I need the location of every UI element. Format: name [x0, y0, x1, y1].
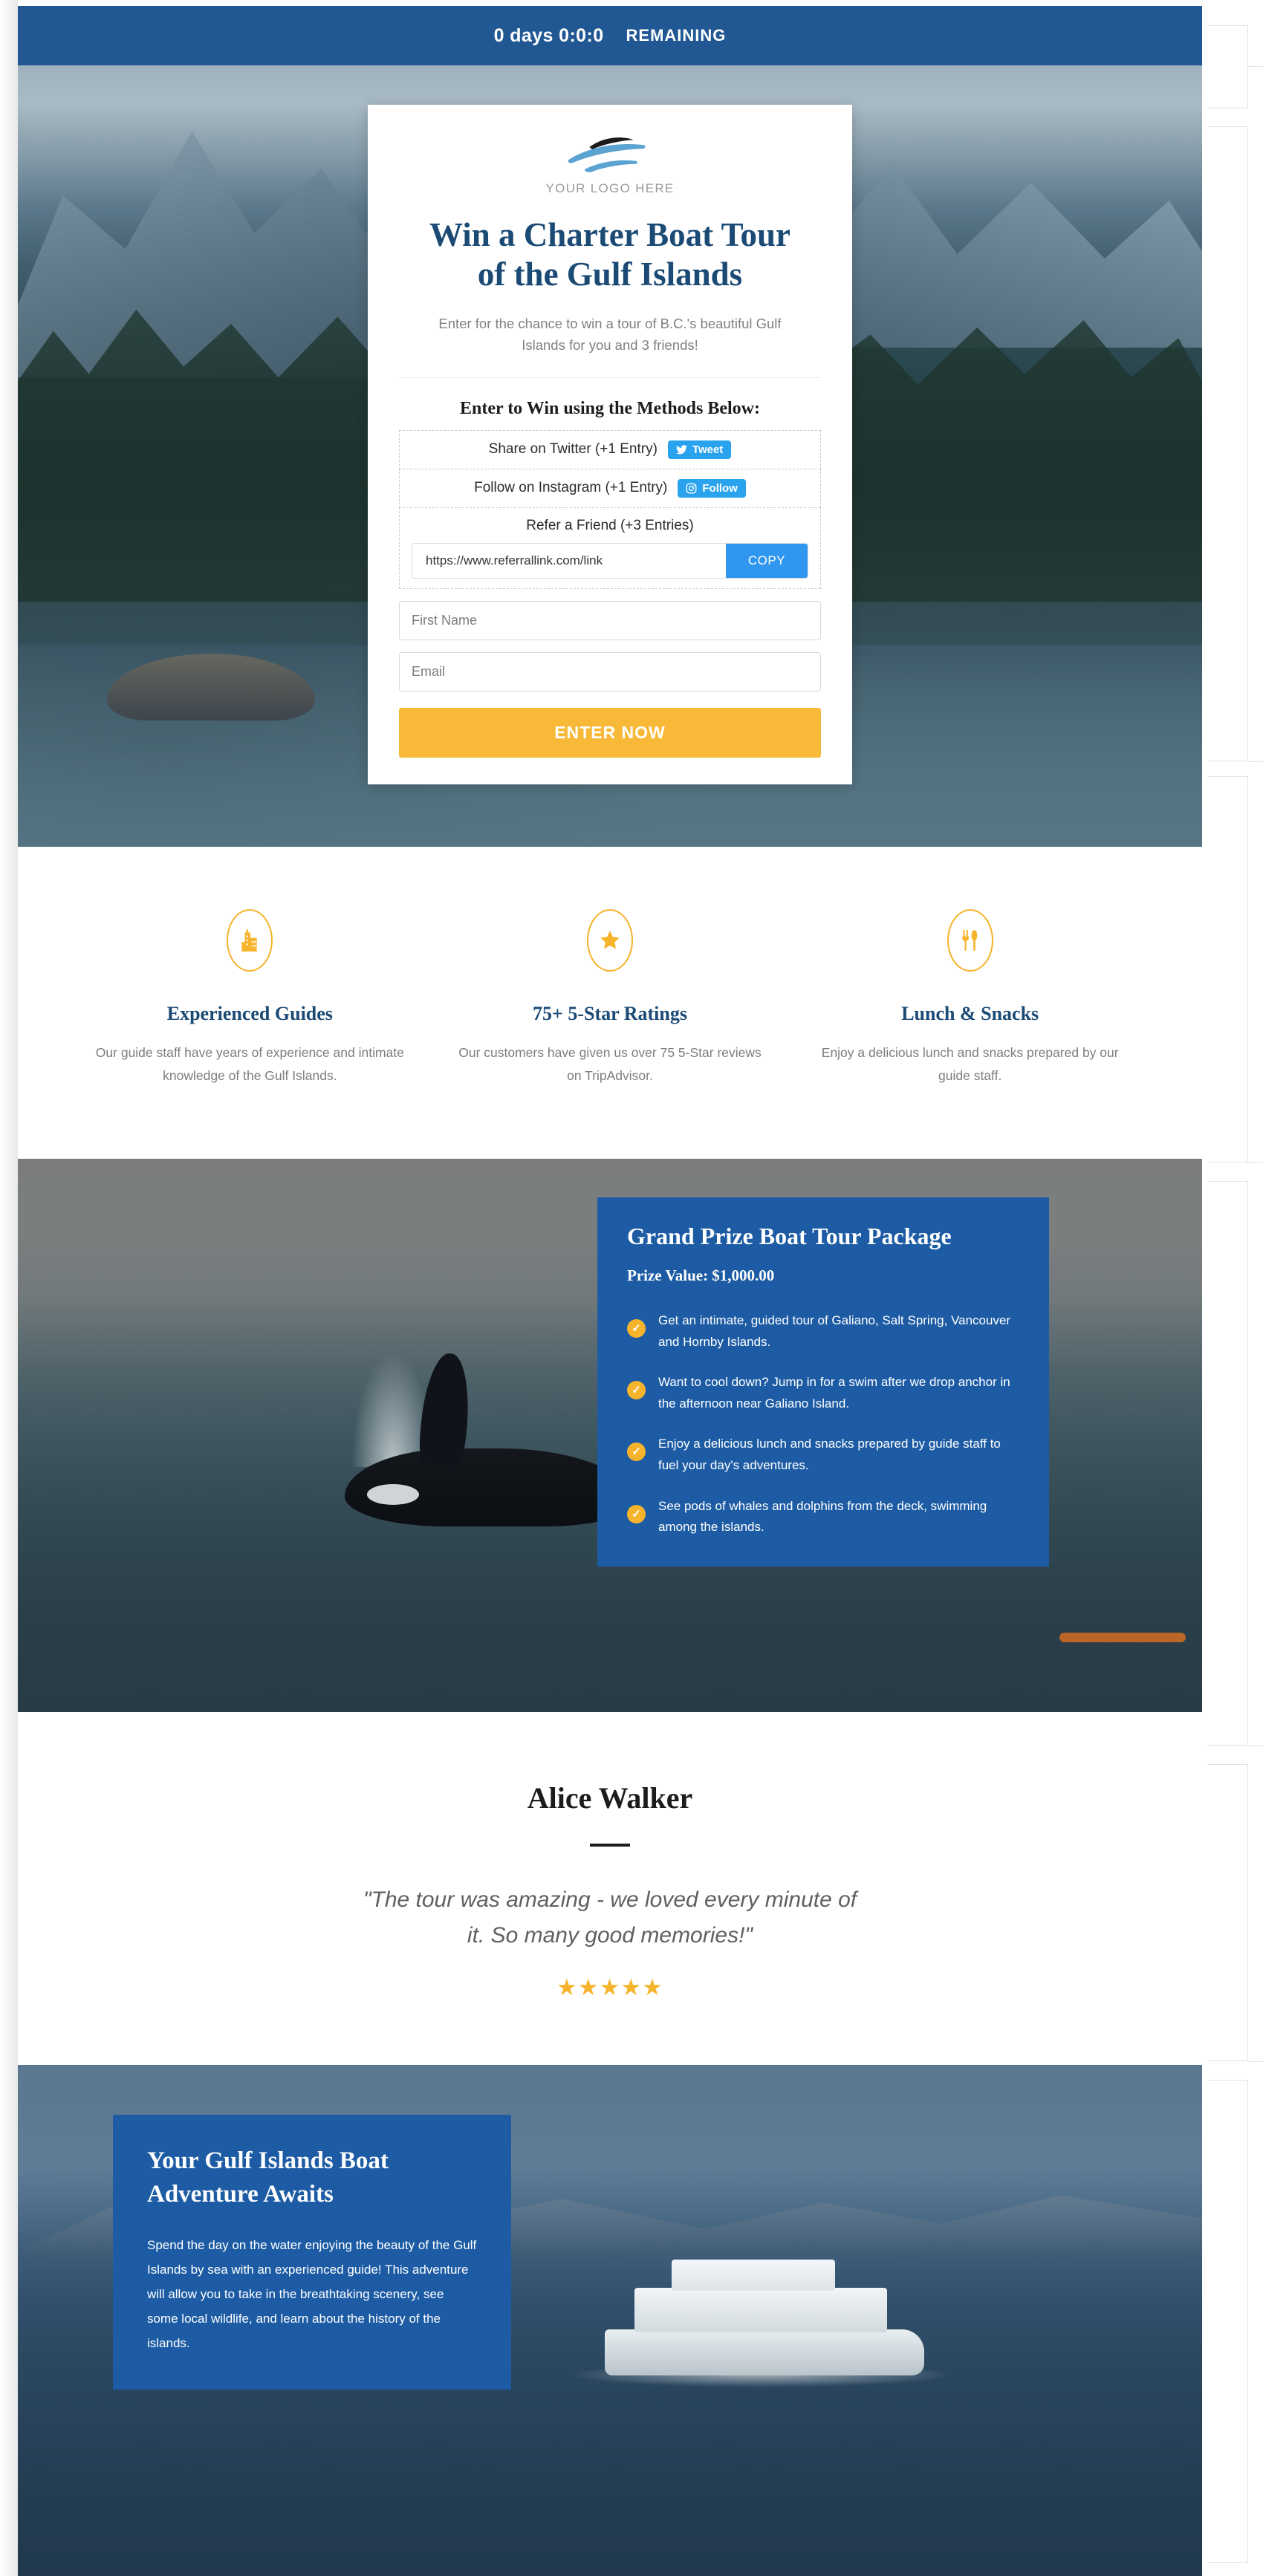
testimonial-section: Alice Walker "The tour was amazing - we … — [18, 1712, 1202, 2066]
canvas-left-shadow — [0, 0, 18, 2576]
cta-title-line-2: Adventure Awaits — [147, 2180, 334, 2208]
instagram-follow-button[interactable]: Follow — [678, 478, 746, 498]
tweet-button[interactable]: Tweet — [667, 440, 732, 459]
testimonial-divider — [590, 1844, 630, 1847]
section-outline-line-2 — [1248, 761, 1263, 762]
countdown-remaining-label: REMAINING — [626, 26, 727, 45]
boat-upper-deck — [672, 2260, 835, 2292]
feature-star-ratings: 75+ 5-Star Ratings Our customers have gi… — [430, 909, 790, 1087]
section-outline-rail-2 — [1207, 126, 1248, 761]
landing-page-canvas: 0 days 0:0:0 REMAINING YOUR LOGO HERE Wi… — [18, 6, 1202, 2576]
feature-description: Enjoy a delicious lunch and snacks prepa… — [821, 1045, 1119, 1084]
section-outline-line-1 — [1248, 66, 1263, 67]
features-section: Experienced Guides Our guide staff have … — [18, 847, 1202, 1159]
boat-wave-logo-icon — [568, 137, 646, 172]
copy-referral-link-button[interactable]: COPY — [725, 543, 808, 578]
kayak — [1059, 1633, 1186, 1643]
hero-section: YOUR LOGO HERE Win a Charter Boat Tour o… — [18, 65, 1202, 847]
feature-description: Our customers have given us over 75 5-St… — [458, 1045, 762, 1084]
check-circle-icon: ✓ — [627, 1319, 646, 1339]
twitter-bird-icon — [675, 444, 687, 454]
referral-link-row: COPY — [412, 542, 808, 579]
methods-heading: Enter to Win using the Methods Below: — [459, 398, 761, 418]
countdown-bar: 0 days 0:0:0 REMAINING — [18, 6, 1202, 65]
check-circle-icon: ✓ — [627, 1381, 646, 1400]
section-outline-rail-5 — [1207, 1764, 1248, 2061]
instagram-camera-icon — [686, 483, 697, 493]
prize-item-text: Get an intimate, guided tour of Galiano,… — [658, 1313, 1011, 1349]
feature-title: 75+ 5-Star Ratings — [533, 1003, 687, 1024]
star-icon — [587, 909, 633, 972]
first-name-input[interactable] — [399, 600, 821, 640]
prize-section: Grand Prize Boat Tour Package Prize Valu… — [18, 1159, 1202, 1713]
section-outline-rail-1 — [1207, 25, 1248, 108]
entry-method-twitter-label: Share on Twitter (+1 Entry) — [488, 441, 658, 458]
check-circle-icon: ✓ — [627, 1443, 646, 1462]
page-root: 0 days 0:0:0 REMAINING YOUR LOGO HERE Wi… — [0, 0, 1263, 2576]
boat-hull — [605, 2329, 924, 2376]
testimonial-quote: "The tour was amazing - we loved every m… — [363, 1887, 857, 1948]
cta-title: Your Gulf Islands Boat Adventure Awaits — [147, 2144, 477, 2210]
feature-experienced-guides: Experienced Guides Our guide staff have … — [70, 909, 430, 1087]
entry-method-instagram-label: Follow on Instagram (+1 Entry) — [474, 480, 668, 496]
entry-method-instagram[interactable]: Follow on Instagram (+1 Entry) Follow — [399, 468, 821, 508]
building-icon — [227, 909, 273, 972]
prize-title: Grand Prize Boat Tour Package — [627, 1223, 952, 1250]
logo-caption: YOUR LOGO HERE — [545, 181, 675, 195]
testimonial-author: Alice Walker — [527, 1781, 693, 1815]
cta-title-line-1: Your Gulf Islands Boat — [147, 2147, 389, 2175]
prize-list-item: ✓ Enjoy a delicious lunch and snacks pre… — [627, 1434, 1019, 1476]
prize-list-item: ✓ See pods of whales and dolphins from t… — [627, 1496, 1019, 1538]
page-title: Win a Charter Boat Tour of the Gulf Isla… — [399, 215, 821, 294]
prize-info-box: Grand Prize Boat Tour Package Prize Valu… — [597, 1197, 1049, 1567]
prize-item-text: Enjoy a delicious lunch and snacks prepa… — [658, 1437, 1001, 1473]
prize-item-text: See pods of whales and dolphins from the… — [658, 1498, 987, 1535]
fork-knife-icon — [947, 909, 993, 972]
entry-method-refer-label: Refer a Friend (+3 Entries) — [526, 517, 694, 533]
page-subtitle: Enter for the chance to win a tour of B.… — [399, 313, 821, 378]
section-outline-rail-6 — [1207, 2080, 1248, 2563]
prize-item-text: Want to cool down? Jump in for a swim af… — [658, 1375, 1010, 1411]
entry-form-card: YOUR LOGO HERE Win a Charter Boat Tour o… — [368, 105, 852, 784]
referral-link-input[interactable] — [412, 543, 726, 578]
countdown-timer: 0 days 0:0:0 — [493, 25, 604, 46]
tweet-button-label: Tweet — [692, 443, 724, 456]
feature-title: Experienced Guides — [166, 1003, 333, 1024]
logo-container — [399, 134, 821, 177]
cta-info-box: Your Gulf Islands Boat Adventure Awaits … — [113, 2115, 511, 2390]
check-circle-icon: ✓ — [627, 1504, 646, 1523]
section-outline-line-3 — [1248, 1162, 1263, 1163]
email-input[interactable] — [399, 651, 821, 692]
feature-lunch-snacks: Lunch & Snacks Enjoy a delicious lunch a… — [790, 909, 1150, 1087]
page-title-line-1: Win a Charter Boat Tour — [429, 216, 790, 253]
boat-deck — [634, 2288, 887, 2333]
feature-title: Lunch & Snacks — [901, 1003, 1039, 1024]
star-rating-icon: ★★★★★ — [556, 1974, 663, 2001]
prize-list-item: ✓ Get an intimate, guided tour of Galian… — [627, 1310, 1019, 1353]
entry-method-twitter[interactable]: Share on Twitter (+1 Entry) Tweet — [399, 429, 821, 469]
page-title-line-2: of the Gulf Islands — [477, 256, 743, 293]
section-outline-rail-4 — [1207, 1181, 1248, 1746]
cta-section: Your Gulf Islands Boat Adventure Awaits … — [18, 2065, 1202, 2576]
cta-description: Spend the day on the water enjoying the … — [147, 2237, 477, 2351]
instagram-follow-button-label: Follow — [702, 481, 738, 495]
section-outline-rail-3 — [1207, 776, 1248, 1162]
prize-list-item: ✓ Want to cool down? Jump in for a swim … — [627, 1372, 1019, 1414]
feature-description: Our guide staff have years of experience… — [95, 1045, 404, 1084]
prize-value: Prize Value: $1,000.00 — [627, 1266, 775, 1285]
section-outline-line-5 — [1248, 2061, 1263, 2062]
entry-method-refer[interactable]: Refer a Friend (+3 Entries) COPY — [399, 507, 821, 589]
enter-now-button[interactable]: ENTER NOW — [399, 707, 821, 758]
